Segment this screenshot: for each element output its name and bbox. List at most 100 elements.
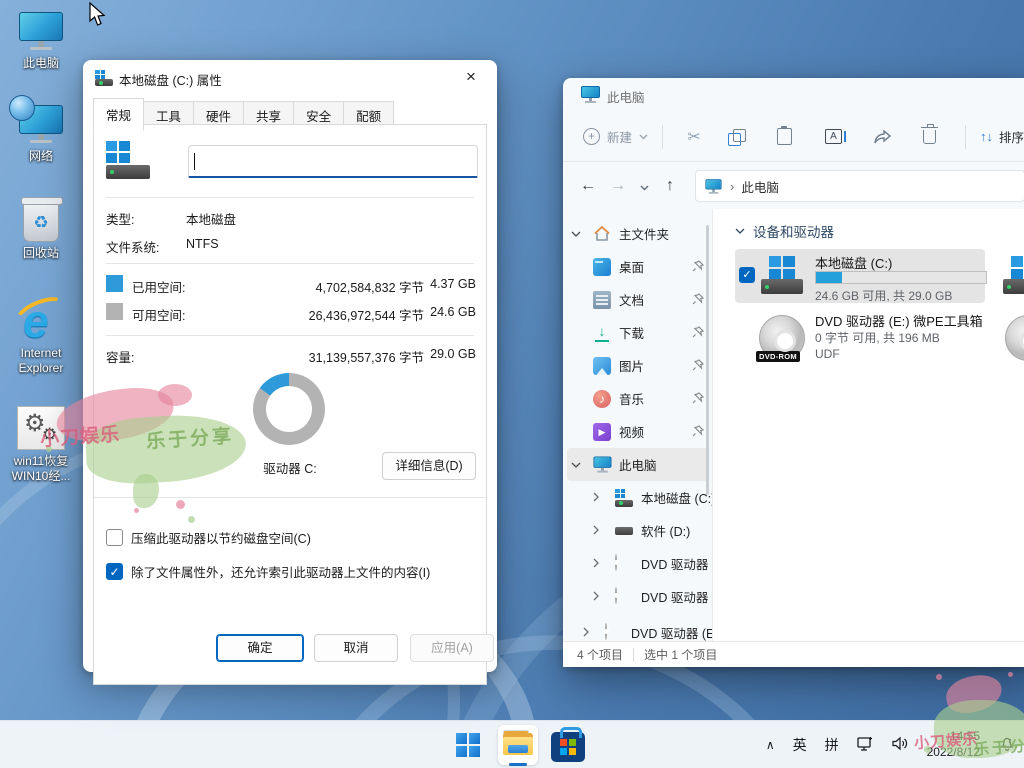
forward-icon[interactable]: → — [603, 177, 633, 195]
nav-dvd-e[interactable]: DVD 驱动器 (E:) — [563, 547, 712, 580]
nav-downloads[interactable]: ↓ 下载 — [563, 316, 712, 349]
up-icon[interactable]: ↑ — [655, 177, 685, 195]
item-name: 本地磁盘 (C:) — [815, 253, 892, 272]
store-icon — [551, 732, 585, 762]
chevron-right-icon[interactable] — [593, 556, 607, 571]
chevron-right-icon[interactable] — [583, 625, 597, 640]
details-button[interactable]: 详细信息(D) — [382, 452, 476, 480]
dialog-titlebar[interactable]: 本地磁盘 (C:) 属性 × — [83, 60, 497, 96]
notification-bell-icon[interactable]: z — [998, 735, 1016, 755]
checkbox-label: 压缩此驱动器以节约磁盘空间(C) — [131, 528, 311, 547]
delete-icon[interactable] — [907, 130, 951, 144]
divider — [106, 263, 474, 264]
plus-icon: + — [583, 128, 600, 145]
recent-locations-chevron-icon[interactable] — [633, 179, 655, 194]
chevron-right-icon[interactable] — [593, 490, 607, 505]
volume-icon[interactable] — [892, 736, 909, 754]
taskbar-clock[interactable]: 14:55 2022/8/12 — [927, 729, 980, 760]
ime-language-pinyin[interactable]: 拼 — [825, 735, 839, 755]
tab-general[interactable]: 常规 — [93, 98, 144, 131]
item-local-disk-c[interactable]: ✓ 本地磁盘 (C:) 24.6 GB 可用, 共 29.0 GB — [735, 249, 985, 303]
drive-icon-partial[interactable] — [1003, 256, 1024, 296]
desktop-icon-network[interactable]: 网络 — [0, 105, 82, 164]
item-checkbox[interactable]: ✓ — [739, 267, 755, 283]
ime-language-english[interactable]: 英 — [793, 735, 807, 755]
filesystem-label: 文件系统: — [106, 237, 159, 256]
address-bar[interactable]: › 此电脑 — [695, 170, 1024, 202]
file-explorer-taskbar-button[interactable] — [498, 725, 538, 765]
nav-label: 图片 — [619, 356, 644, 375]
desktop-icon-this-pc[interactable]: 此电脑 — [0, 12, 82, 71]
desktop-icon-win11-restore[interactable]: ⚙⚙ win11恢复WIN10经... — [0, 406, 82, 484]
cut-icon[interactable]: ✂ — [677, 127, 711, 147]
cancel-button[interactable]: 取消 — [314, 634, 398, 662]
copy-icon[interactable] — [711, 129, 760, 145]
pin-icon — [692, 293, 704, 308]
toolbar-divider — [662, 125, 663, 149]
type-value: 本地磁盘 — [186, 209, 236, 228]
chevron-down-icon[interactable] — [571, 226, 585, 241]
mouse-cursor — [88, 2, 106, 28]
apply-button[interactable]: 应用(A) — [410, 634, 494, 662]
network-icon — [19, 105, 63, 145]
start-button[interactable] — [448, 725, 488, 765]
nav-drive-d[interactable]: 软件 (D:) — [563, 514, 712, 547]
nav-documents[interactable]: 文档 — [563, 283, 712, 316]
back-icon[interactable]: ← — [573, 177, 603, 195]
microsoft-store-taskbar-button[interactable] — [548, 725, 588, 765]
system-tray: ∧ 英 拼 14:55 2022/8/12 z — [766, 721, 1016, 768]
drive-c-icon — [615, 489, 633, 507]
checkbox-unchecked[interactable]: ✓ — [106, 529, 123, 546]
item-dvd-e[interactable]: DVD-ROM DVD 驱动器 (E:) 微PE工具箱 0 字节 可用, 共 1… — [735, 307, 985, 369]
clock-date: 2022/8/12 — [927, 745, 980, 761]
desktop-icon-recycle-bin[interactable]: ♻ 回收站 — [0, 200, 82, 261]
dvd-icon — [615, 554, 617, 571]
group-devices-and-drives[interactable]: 设备和驱动器 — [735, 221, 834, 241]
new-button[interactable]: + 新建 — [583, 127, 648, 146]
explorer-titlebar[interactable]: 此电脑 — [563, 78, 1024, 112]
tray-chevron-icon[interactable]: ∧ — [766, 738, 775, 752]
pin-icon — [692, 260, 704, 275]
downloads-folder-icon: ↓ — [593, 324, 611, 342]
nav-drive-c[interactable]: 本地磁盘 (C:) — [563, 481, 712, 514]
nav-videos[interactable]: ▶ 视频 — [563, 415, 712, 448]
sort-button[interactable]: ↑↓ 排序 — [980, 127, 1024, 146]
paste-icon[interactable] — [760, 128, 809, 145]
breadcrumb[interactable]: 此电脑 — [741, 177, 779, 196]
nav-label: 主文件夹 — [619, 224, 669, 243]
nav-music[interactable]: ♪ 音乐 — [563, 382, 712, 415]
new-label: 新建 — [607, 127, 632, 146]
desktop-icon-internet-explorer[interactable]: e Internet Explorer — [0, 292, 82, 376]
nav-this-pc[interactable]: 此电脑 — [567, 448, 708, 481]
chevron-right-icon[interactable] — [593, 589, 607, 604]
pin-icon — [692, 326, 704, 341]
nav-dvd-root[interactable]: DVD 驱动器 (E:) — [563, 616, 712, 641]
chevron-down-icon[interactable] — [571, 457, 585, 472]
nav-desktop[interactable]: 桌面 — [563, 250, 712, 283]
toolbar-divider — [965, 125, 966, 149]
share-icon[interactable] — [858, 130, 907, 144]
recycle-bin-icon: ♻ — [23, 200, 59, 242]
home-icon — [593, 225, 611, 243]
compress-checkbox-row[interactable]: ✓ 压缩此驱动器以节约磁盘空间(C) — [106, 528, 311, 547]
index-checkbox-row[interactable]: ✓ 除了文件属性外，还允许索引此驱动器上文件的内容(I) — [106, 562, 430, 581]
windows-logo-icon — [456, 733, 480, 757]
item-name: DVD 驱动器 (E:) 微PE工具箱 — [815, 311, 983, 330]
network-icon[interactable] — [857, 736, 874, 755]
volume-name-input[interactable] — [188, 145, 478, 178]
nav-dvd-f[interactable]: DVD 驱动器 (F:) — [563, 580, 712, 613]
checkbox-checked[interactable]: ✓ — [106, 563, 123, 580]
ok-button[interactable]: 确定 — [216, 634, 304, 662]
close-icon[interactable]: × — [451, 62, 491, 92]
nav-pictures[interactable]: 图片 — [563, 349, 712, 382]
pin-icon — [692, 359, 704, 374]
nav-label: DVD 驱动器 (E:) — [631, 623, 712, 641]
nav-home[interactable]: 主文件夹 — [563, 217, 712, 250]
desktop-icon-label: 回收站 — [0, 246, 82, 261]
nav-label: DVD 驱动器 (F:) — [641, 587, 712, 606]
dvd-icon-partial[interactable] — [1005, 315, 1024, 361]
rename-icon[interactable]: A — [809, 129, 858, 144]
nav-scrollbar[interactable] — [706, 225, 709, 495]
pin-icon — [692, 392, 704, 407]
chevron-right-icon[interactable] — [593, 523, 607, 538]
